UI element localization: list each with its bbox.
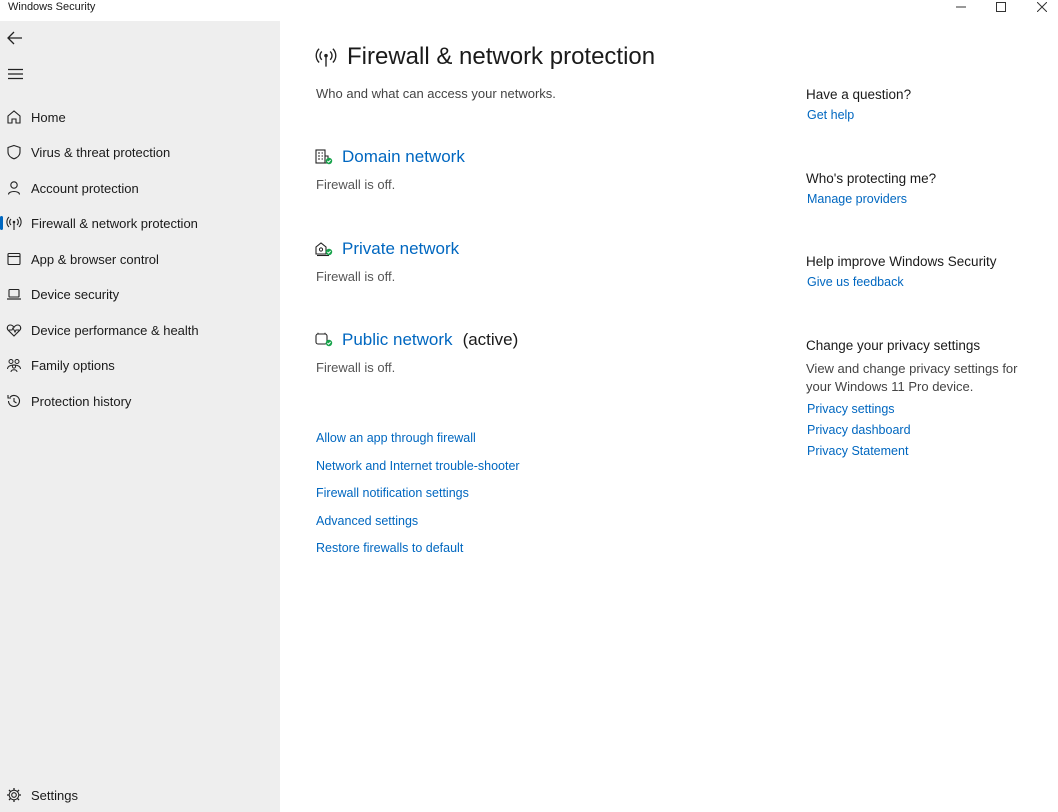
section-heading: Help improve Windows Security bbox=[806, 254, 997, 269]
domain-network-status: Firewall is off. bbox=[316, 177, 396, 192]
public-network-link[interactable]: Public network bbox=[342, 330, 453, 350]
sidebar-item-label: Account protection bbox=[31, 180, 139, 196]
app-window-icon bbox=[5, 250, 23, 268]
menu-button[interactable] bbox=[4, 63, 26, 85]
domain-network-icon bbox=[314, 147, 334, 167]
give-feedback-link[interactable]: Give us feedback bbox=[807, 275, 1036, 289]
privacy-settings-section: Change your privacy settings View and ch… bbox=[806, 338, 1036, 458]
shield-icon bbox=[5, 143, 23, 161]
sidebar-item-label: Firewall & network protection bbox=[31, 215, 198, 231]
sidebar-item-family[interactable]: Family options bbox=[0, 348, 280, 382]
sidebar-item-label: App & browser control bbox=[31, 251, 159, 267]
manage-providers-link[interactable]: Manage providers bbox=[807, 192, 1036, 206]
sidebar-item-label: Family options bbox=[31, 357, 115, 373]
privacy-settings-link[interactable]: Privacy settings bbox=[807, 402, 1036, 416]
sidebar-item-label: Virus & threat protection bbox=[31, 144, 171, 160]
main-content: Firewall & network protection Who and wh… bbox=[280, 21, 1058, 812]
allow-app-link[interactable]: Allow an app through firewall bbox=[316, 430, 520, 458]
public-network-status: Firewall is off. bbox=[316, 360, 396, 375]
heart-pulse-icon bbox=[5, 321, 23, 339]
maximize-icon bbox=[996, 2, 1006, 12]
restore-firewalls-link[interactable]: Restore firewalls to default bbox=[316, 540, 520, 568]
sidebar-item-label: Settings bbox=[31, 787, 78, 803]
network-private: Private network Firewall is off. bbox=[314, 239, 459, 284]
close-button[interactable] bbox=[1027, 0, 1057, 14]
back-button[interactable] bbox=[4, 27, 26, 49]
who-protecting-section: Who's protecting me? Manage providers bbox=[806, 171, 1036, 206]
privacy-dashboard-link[interactable]: Privacy dashboard bbox=[807, 423, 1036, 437]
sidebar-item-account[interactable]: Account protection bbox=[0, 171, 280, 205]
help-improve-section: Help improve Windows Security Give us fe… bbox=[806, 254, 1036, 289]
advanced-settings-link[interactable]: Advanced settings bbox=[316, 513, 520, 541]
privacy-description: View and change privacy settings for you… bbox=[806, 361, 1018, 394]
close-icon bbox=[1037, 2, 1047, 12]
firewall-links: Allow an app through firewall Network an… bbox=[316, 430, 520, 568]
page-subtitle: Who and what can access your networks. bbox=[316, 86, 556, 101]
network-troubleshooter-link[interactable]: Network and Internet trouble-shooter bbox=[316, 458, 520, 486]
domain-network-link[interactable]: Domain network bbox=[342, 147, 465, 167]
get-help-link[interactable]: Get help bbox=[807, 108, 1036, 122]
sidebar-item-app-browser[interactable]: App & browser control bbox=[0, 242, 280, 276]
section-heading: Change your privacy settings bbox=[806, 338, 981, 353]
family-icon bbox=[5, 356, 23, 374]
minimize-icon bbox=[956, 6, 966, 8]
wifi-antenna-icon bbox=[314, 45, 338, 69]
app-title: Windows Security bbox=[8, 1, 96, 13]
minimize-button[interactable] bbox=[946, 0, 976, 14]
private-network-icon bbox=[314, 239, 334, 259]
page-header: Firewall & network protection bbox=[314, 43, 655, 71]
network-public: Public network (active) Firewall is off. bbox=[314, 330, 518, 375]
have-question-section: Have a question? Get help bbox=[806, 87, 1036, 122]
home-icon bbox=[5, 108, 23, 126]
public-network-icon bbox=[314, 330, 334, 350]
sidebar-item-device-security[interactable]: Device security bbox=[0, 277, 280, 311]
windows-security-window: Windows Security Home Virus & threat pro… bbox=[0, 0, 1058, 812]
private-network-status: Firewall is off. bbox=[316, 269, 396, 284]
title-bar: Windows Security bbox=[0, 0, 1058, 16]
back-arrow-icon bbox=[7, 31, 22, 45]
firewall-notification-settings-link[interactable]: Firewall notification settings bbox=[316, 485, 520, 513]
section-heading: Who's protecting me? bbox=[806, 171, 937, 186]
gear-icon bbox=[5, 786, 23, 804]
page-title: Firewall & network protection bbox=[347, 43, 656, 70]
sidebar-item-settings[interactable]: Settings bbox=[0, 778, 280, 812]
network-domain: Domain network Firewall is off. bbox=[314, 147, 465, 192]
private-network-link[interactable]: Private network bbox=[342, 239, 459, 259]
maximize-button[interactable] bbox=[986, 0, 1016, 14]
sidebar-item-virus-threat[interactable]: Virus & threat protection bbox=[0, 135, 280, 169]
section-heading: Have a question? bbox=[806, 87, 912, 102]
wifi-antenna-icon bbox=[5, 214, 23, 232]
laptop-icon bbox=[5, 285, 23, 303]
sidebar-item-home[interactable]: Home bbox=[0, 100, 280, 134]
sidebar-item-device-performance[interactable]: Device performance & health bbox=[0, 313, 280, 347]
person-icon bbox=[5, 179, 23, 197]
sidebar-item-label: Home bbox=[31, 109, 66, 125]
sidebar-item-label: Device performance & health bbox=[31, 322, 199, 338]
active-network-label: (active) bbox=[462, 330, 519, 349]
sidebar-item-label: Device security bbox=[31, 286, 120, 302]
hamburger-menu-icon bbox=[7, 68, 23, 80]
sidebar-item-protection-history[interactable]: Protection history bbox=[0, 384, 280, 418]
sidebar-item-label: Protection history bbox=[31, 393, 132, 409]
sidebar: Home Virus & threat protection Account p… bbox=[0, 21, 280, 812]
privacy-statement-link[interactable]: Privacy Statement bbox=[807, 444, 1036, 458]
history-icon bbox=[5, 392, 23, 410]
sidebar-item-firewall[interactable]: Firewall & network protection bbox=[0, 206, 280, 240]
